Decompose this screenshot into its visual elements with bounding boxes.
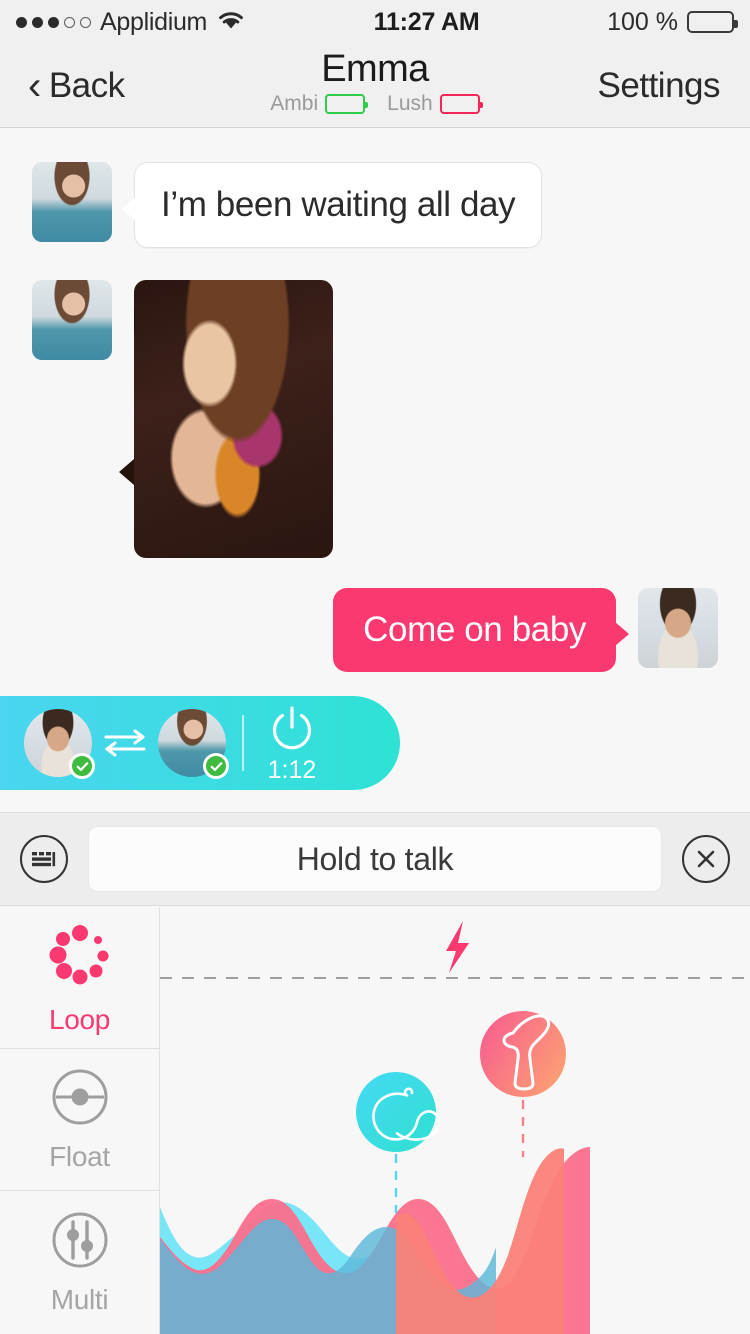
status-bar-center: 11:27 AM [246,8,607,37]
signal-dot-filled [48,16,59,28]
signal-strength-dots [16,16,91,28]
power-icon [266,702,318,754]
signal-dot-empty [80,16,91,28]
mode-item-float[interactable]: Float [0,1049,159,1191]
app-screen: Applidium 11:27 AM 100 % ‹ Back Emma Amb… [0,0,750,1334]
message-bubble-incoming[interactable]: I’m been waiting all day [119,162,543,248]
status-bar-right: 100 % [607,7,738,37]
mode-label: Float [49,1141,110,1172]
connected-check-badge [69,753,95,779]
message-tail [119,459,134,485]
connected-check-badge [203,753,229,779]
device-battery-icon [325,93,369,114]
battery-icon [687,11,738,33]
loop-dots-icon [44,919,116,996]
power-button[interactable]: 1:12 [266,702,318,785]
hold-to-talk-button[interactable]: Hold to talk [88,826,662,892]
navigation-bar: ‹ Back Emma Ambi Lush Settings [0,44,750,128]
mode-label: Loop [48,1004,111,1035]
avatar[interactable] [638,588,718,668]
message-bubble-outgoing[interactable]: Come on baby [333,588,629,672]
signal-dot-empty [64,16,75,28]
device-battery-icon [439,93,483,114]
multi-sliders-icon [49,1209,111,1276]
connection-avatar-right[interactable] [158,709,229,779]
message-row-incoming-image [0,280,333,558]
wifi-icon [216,9,246,36]
chat-message-list[interactable]: I’m been waiting all day Come on baby [0,129,750,695]
device-marker-cyan[interactable] [356,1072,441,1152]
message-text: I’m been waiting all day [161,185,516,224]
page-title: Emma [321,48,429,90]
status-bar-left: Applidium [16,8,246,37]
message-text: Come on baby [363,610,586,649]
float-circle-icon [49,1066,111,1133]
connection-status-bar[interactable]: 1:12 [0,696,400,790]
connection-avatar-left[interactable] [24,709,95,779]
lightning-bolt-icon [446,921,469,973]
close-circle-icon[interactable] [682,835,730,883]
message-input-bar: Hold to talk [0,812,750,906]
pattern-panel: Loop Float Multi [0,907,750,1334]
intensity-graph[interactable] [160,907,750,1334]
hold-to-talk-label: Hold to talk [296,840,454,877]
status-bar: Applidium 11:27 AM 100 % [0,0,750,44]
settings-button[interactable]: Settings [598,66,721,106]
clock-label: 11:27 AM [373,7,480,36]
mode-item-loop[interactable]: Loop [0,907,159,1049]
message-row-incoming-text: I’m been waiting all day [0,162,543,248]
message-row-outgoing-text: Come on baby [333,588,750,672]
mode-list: Loop Float Multi [0,907,160,1334]
mode-label: Multi [50,1283,109,1315]
divider [242,715,244,771]
device-battery-list: Ambi Lush [270,91,483,116]
device-battery-lush[interactable]: Lush [387,91,483,116]
signal-dot-filled [32,16,43,28]
mode-item-multi[interactable]: Multi [0,1191,159,1333]
session-timer: 1:12 [267,755,317,784]
device-name-label: Lush [387,91,433,115]
device-marker-pink[interactable] [480,1011,566,1097]
device-battery-ambi[interactable]: Ambi [270,91,369,116]
avatar[interactable] [32,280,112,360]
keyboard-icon[interactable] [20,835,68,883]
device-name-label: Ambi [270,91,319,115]
avatar[interactable] [32,162,112,242]
intensity-graph-svg [160,921,750,1334]
message-image[interactable] [134,280,333,558]
exchange-arrows-icon [102,726,148,760]
battery-percent-label: 100 % [607,7,678,36]
carrier-label: Applidium [100,7,208,36]
signal-dot-filled [16,16,27,28]
wave-pink-front [396,1148,564,1334]
